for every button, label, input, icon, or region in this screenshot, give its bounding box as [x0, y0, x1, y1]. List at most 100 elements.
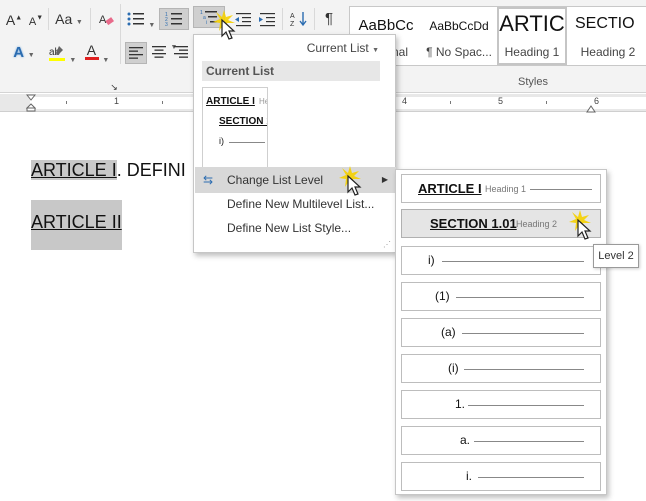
level-label: a.: [460, 433, 471, 447]
level-3-option[interactable]: i): [401, 246, 601, 275]
numbering-icon: 1 2 3: [165, 12, 182, 28]
eraser-icon: A: [99, 14, 114, 26]
sort-button[interactable]: A Z: [288, 8, 310, 30]
style-name: Heading 1: [504, 45, 560, 59]
style-preview: AaBbCcDd: [429, 19, 489, 33]
svg-text:i: i: [206, 20, 207, 25]
ruler-tick: [162, 101, 163, 104]
list-number-article-2[interactable]: ARTICLE II: [31, 200, 122, 250]
current-list-section-title: Current List: [202, 61, 380, 81]
level-line: [464, 369, 584, 370]
separator: [120, 4, 121, 64]
level-4-option[interactable]: (1): [401, 282, 601, 311]
chevron-down-icon: ▼: [27, 52, 35, 59]
change-case-button[interactable]: Aa ▼: [52, 8, 86, 30]
align-right-button[interactable]: [171, 42, 191, 64]
current-list-filter[interactable]: Current List ▼: [307, 41, 379, 55]
svg-text:A: A: [99, 14, 107, 26]
chevron-down-icon: ▼: [102, 57, 110, 64]
align-center-icon: [152, 46, 166, 58]
text-effects-icon: A: [13, 44, 25, 61]
level-line: [456, 297, 584, 298]
level-heading-name: Heading 2: [516, 219, 558, 229]
document-paragraph[interactable]: ARTICLE II: [31, 200, 122, 250]
level-line: [462, 333, 584, 334]
shrink-font-button[interactable]: A▼: [26, 8, 46, 30]
font-color-button[interactable]: A ▼: [82, 42, 112, 64]
cursor-click-icon: [213, 10, 236, 40]
current-list-filter-label: Current List: [306, 41, 369, 55]
align-left-button[interactable]: [125, 42, 147, 64]
thumb-section: SECTION 1: [219, 116, 268, 127]
level-6-option[interactable]: (i): [401, 354, 601, 383]
menu-item-label: Define New List Style...: [227, 221, 352, 235]
level-5-option[interactable]: (a): [401, 318, 601, 347]
level-label: i): [428, 253, 435, 267]
highlight-color-button[interactable]: ab ▼: [46, 42, 78, 64]
text-effects-button[interactable]: A ▼: [4, 42, 44, 64]
level-label: (i): [448, 361, 459, 375]
grow-font-icon: A▲: [5, 12, 23, 29]
level-line: [442, 261, 584, 262]
show-hide-marks-button[interactable]: ¶: [318, 8, 340, 30]
right-indent-icon: [586, 105, 596, 113]
thumb-item: i): [219, 136, 224, 146]
level-label: 1.: [455, 397, 466, 411]
increase-indent-icon: [259, 13, 275, 27]
list-number-article-1[interactable]: ARTICLE I: [31, 160, 117, 180]
resize-grip-icon[interactable]: ⋰: [383, 240, 391, 249]
separator: [48, 8, 49, 30]
ruler-tick: [66, 101, 67, 104]
level-line: [478, 477, 584, 478]
level-tooltip: Level 2: [593, 244, 639, 268]
chevron-down-icon: ▼: [372, 47, 379, 54]
ruler-number: 1: [114, 96, 120, 106]
highlighter-icon: ab: [48, 46, 65, 61]
sort-icon: A Z: [290, 12, 307, 28]
level-9-option[interactable]: i.: [401, 462, 601, 491]
level-7-option[interactable]: 1.: [401, 390, 601, 419]
right-indent-marker[interactable]: [586, 102, 596, 113]
font-color-icon: A: [84, 42, 99, 62]
ruler-tick: [450, 101, 451, 104]
dialog-launcher-icon: ↘: [110, 82, 118, 92]
align-right-icon: [174, 46, 188, 58]
thumb-line: [229, 142, 265, 143]
level-line: [530, 189, 592, 190]
style-heading-2[interactable]: SECTIO Heading 2: [569, 7, 646, 65]
style-no-spacing[interactable]: AaBbCcDd ¶ No Spac...: [422, 7, 496, 65]
separator: [90, 8, 91, 30]
numbering-button[interactable]: 1 2 3 ▼: [159, 8, 189, 51]
word-window: { "ribbon": { "font_grow_label": "A", "f…: [0, 0, 646, 501]
increase-indent-button[interactable]: [256, 8, 278, 30]
align-left-icon: [129, 47, 143, 59]
indent-marker[interactable]: [25, 94, 37, 112]
document-paragraph[interactable]: ARTICLE I. DEFINI: [31, 160, 186, 181]
separator: [282, 8, 283, 30]
bullets-button[interactable]: ▼: [126, 8, 156, 30]
pilcrow-icon: ¶: [324, 10, 334, 27]
clear-formatting-button[interactable]: A: [96, 8, 116, 30]
define-new-list-style-item[interactable]: Define New List Style...: [195, 215, 396, 241]
menu-item-label: Define New Multilevel List...: [227, 197, 375, 211]
style-heading-1[interactable]: ARTIC Heading 1: [497, 7, 567, 65]
ruler-number: 4: [402, 96, 408, 106]
grow-font-button[interactable]: A▲: [4, 8, 24, 30]
level-label: (1): [435, 289, 450, 303]
align-center-button[interactable]: [149, 42, 169, 64]
style-name: Heading 2: [580, 45, 636, 59]
define-new-multilevel-list-item[interactable]: Define New Multilevel List...: [195, 191, 396, 217]
svg-text:A: A: [290, 13, 295, 20]
bullets-icon: [127, 12, 144, 26]
style-preview: SECTIO: [575, 15, 635, 32]
indent-marker-icon: [25, 94, 37, 112]
level-label: i.: [466, 469, 472, 483]
multilevel-list-dropdown: Current List ▼ Current List ARTICLE I He…: [193, 34, 396, 253]
paragraph-text: . DEFINI: [116, 160, 186, 180]
level-line: [474, 441, 584, 442]
level-8-option[interactable]: a.: [401, 426, 601, 455]
level-1-option[interactable]: ARTICLE I Heading 1: [401, 174, 601, 203]
styles-group-label: Styles: [518, 76, 548, 88]
change-list-level-item[interactable]: ⇆ Change List Level ▶: [195, 167, 396, 193]
thumb-article: ARTICLE I: [206, 96, 255, 107]
